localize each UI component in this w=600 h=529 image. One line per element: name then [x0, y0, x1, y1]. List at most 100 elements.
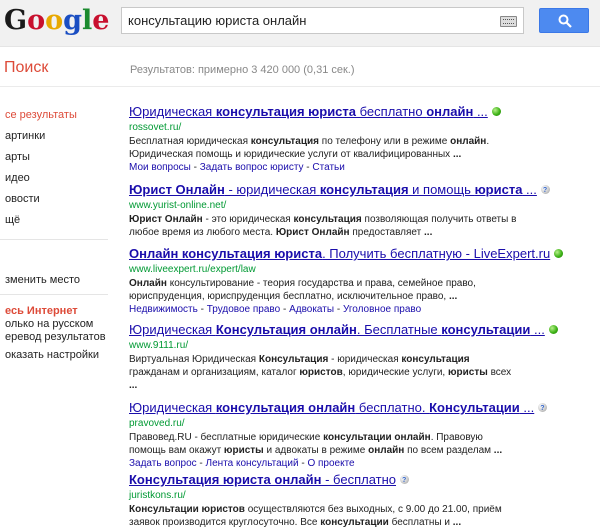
header-divider	[0, 86, 600, 87]
text-fragment: консультация юриста	[215, 104, 357, 119]
text-fragment: Онлайн консультация юриста	[129, 246, 323, 261]
text-fragment: Консультации	[429, 400, 520, 415]
search-button[interactable]	[539, 8, 589, 33]
result-stats: Результатов: примерно 3 420 000 (0,31 се…	[130, 64, 355, 76]
text-fragment: - юридическая	[224, 182, 320, 197]
text-fragment: помощь вам окажут	[129, 445, 224, 456]
sidebar-item-all[interactable]: се результаты	[5, 109, 77, 121]
sitelink-separator: -	[190, 162, 200, 173]
text-fragment: по телефону или в режиме	[319, 136, 451, 147]
section-title: Поиск	[4, 59, 49, 76]
result-title-link[interactable]: Юридическая Консультация онлайн. Бесплат…	[129, 322, 595, 338]
result-url: rossovet.ru/	[129, 122, 182, 133]
text-fragment: ...	[452, 149, 462, 160]
text-fragment: консультация	[293, 214, 362, 225]
sitelink[interactable]: Мои вопросы	[129, 162, 191, 173]
text-fragment: консультации	[320, 517, 389, 528]
sidebar-item-video[interactable]: идео	[5, 172, 30, 184]
result-snippet-line: Правовед.RU - бесплатные юридические кон…	[129, 431, 595, 444]
text-fragment: - бесплатно	[321, 472, 397, 487]
result-snippet-line: Юрист Онлайн - это юридическая консульта…	[129, 213, 595, 226]
search-result: Юридическая консультация юриста бесплатн…	[129, 104, 595, 174]
text-fragment: ...	[493, 445, 503, 456]
text-fragment: позволяющая получить ответы в	[361, 214, 517, 225]
sitelink[interactable]: Лента консультаций	[206, 458, 299, 469]
result-url: www.9111.ru/	[129, 340, 189, 351]
sidebar-divider	[0, 294, 108, 295]
text-fragment: всех	[487, 367, 512, 378]
info-badge-icon[interactable]	[400, 473, 410, 489]
sitelink-separator: -	[280, 304, 290, 315]
search-icon	[558, 14, 572, 28]
sitelink[interactable]: Адвокаты	[289, 304, 334, 315]
sitelink[interactable]: О проекте	[307, 458, 354, 469]
text-fragment: бесплатно.	[355, 400, 430, 415]
trust-badge-icon[interactable]	[554, 249, 564, 259]
result-snippet-line: юриспруденция, юриспруденция бесплатно, …	[129, 290, 595, 303]
google-logo[interactable]: Google	[4, 5, 109, 37]
text-fragment: консультация	[250, 136, 319, 147]
filter-all-web[interactable]: есь Интернет	[5, 305, 78, 317]
text-fragment: ...	[473, 104, 488, 119]
info-badge-icon[interactable]	[538, 401, 548, 417]
sitelink[interactable]: Статьи	[312, 162, 344, 173]
sitelink-separator: -	[334, 304, 343, 315]
filter-translated[interactable]: еревод результатов	[5, 331, 106, 343]
text-fragment: юриспруденция, юриспруденция бесплатно, …	[129, 291, 449, 302]
sitelink[interactable]: Уголовное право	[343, 304, 421, 315]
search-box[interactable]	[121, 7, 524, 34]
sidebar-item-more[interactable]: щё	[5, 214, 20, 226]
result-snippet-line: помощь вам окажут юристы и адвокаты в ре…	[129, 444, 595, 457]
text-fragment: консультация	[319, 182, 409, 197]
sidebar-item-images[interactable]: артинки	[5, 130, 45, 142]
result-sitelinks: Недвижимость - Трудовое право - Адвокаты…	[129, 303, 595, 316]
logo-letter: e	[92, 5, 110, 36]
text-fragment: консультирование - теория государства и …	[166, 278, 476, 289]
text-fragment: - юридическая	[328, 354, 402, 365]
result-sitelinks: Мои вопросы - Задать вопрос юристу - Ста…	[129, 161, 595, 174]
trust-badge-icon[interactable]	[548, 325, 558, 335]
text-fragment: Виртуальная Юридическая	[129, 354, 259, 365]
search-input[interactable]	[128, 13, 498, 28]
text-fragment: Консультация онлайн	[215, 322, 357, 337]
text-fragment: юристов	[299, 367, 343, 378]
sitelink[interactable]: Трудовое право	[207, 304, 280, 315]
result-snippet-line: Онлайн консультирование - теория государ…	[129, 277, 595, 290]
result-url: pravoved.ru/	[129, 418, 185, 429]
change-location-link[interactable]: зменить место	[5, 274, 80, 286]
info-badge-icon[interactable]	[540, 183, 550, 199]
text-fragment: юристы	[223, 445, 264, 456]
result-title-link[interactable]: Онлайн консультация юриста. Получить бес…	[129, 246, 595, 262]
show-settings-link[interactable]: оказать настройки	[5, 349, 99, 361]
sidebar-item-maps[interactable]: арты	[5, 151, 30, 163]
sitelink[interactable]: Задать вопрос	[129, 458, 197, 469]
text-fragment: Юрист Онлайн	[129, 182, 225, 197]
keyboard-icon[interactable]	[500, 16, 517, 27]
sitelink[interactable]: Задать вопрос юристу	[200, 162, 304, 173]
sidebar-divider	[0, 239, 108, 240]
result-snippet-line: Консультации юристов осуществляются без …	[129, 503, 595, 516]
result-snippet-line: Юридическая помощь и юридические услуги …	[129, 148, 595, 161]
text-fragment: Онлайн	[129, 278, 167, 289]
result-snippet-line: заявок производится круглосуточно. Все к…	[129, 516, 595, 529]
text-fragment: и помощь	[408, 182, 475, 197]
sitelink[interactable]: Недвижимость	[129, 304, 198, 315]
text-fragment: юриста	[474, 182, 523, 197]
trust-badge-icon[interactable]	[491, 107, 501, 117]
result-title-link[interactable]: Юридическая консультация онлайн бесплатн…	[129, 400, 595, 417]
result-sitelinks: Задать вопрос - Лента консультаций - О п…	[129, 457, 595, 470]
text-fragment: ...	[424, 227, 433, 238]
text-fragment: ...	[519, 400, 535, 415]
search-result: Онлайн консультация юриста. Получить бес…	[129, 246, 595, 316]
text-fragment: онлайн	[450, 136, 487, 147]
sidebar-item-news[interactable]: овости	[5, 193, 40, 205]
result-title-link[interactable]: Консультация юриста онлайн - бесплатно	[129, 472, 595, 489]
result-snippet-line: Виртуальная Юридическая Консультация - ю…	[129, 353, 595, 366]
text-fragment: ...	[530, 322, 545, 337]
logo-letter: o	[45, 5, 64, 36]
result-snippet-line: Бесплатная юридическая консультация по т…	[129, 135, 595, 148]
text-fragment: Юрист Онлайн	[275, 227, 350, 238]
result-title-link[interactable]: Юрист Онлайн - юридическая консультация …	[129, 182, 595, 199]
filter-russian-only[interactable]: олько на русском	[5, 318, 93, 330]
result-title-link[interactable]: Юридическая консультация юриста бесплатн…	[129, 104, 595, 120]
